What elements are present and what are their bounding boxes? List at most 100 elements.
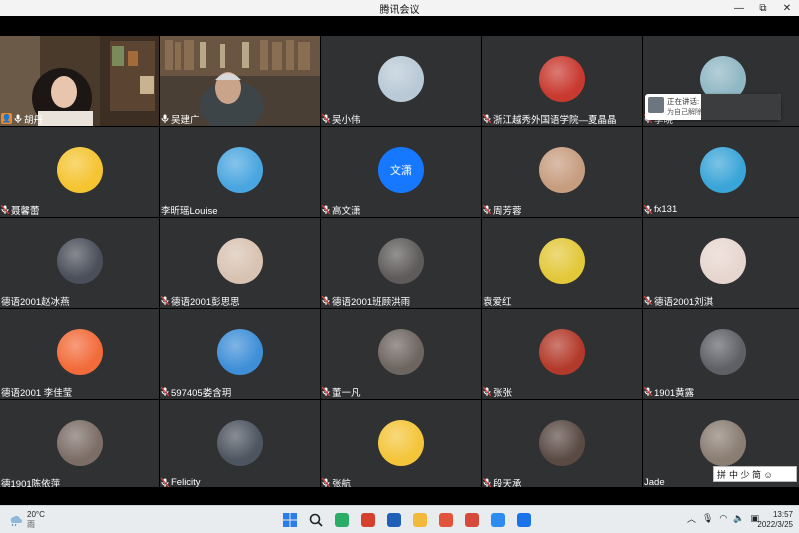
chrome-icon[interactable] (462, 510, 482, 530)
participant-avatar (539, 147, 585, 194)
participant-name: 周芳蓉 (493, 205, 522, 217)
participant-tile[interactable]: 李昕瑶Louise (160, 127, 320, 217)
participant-tile[interactable]: 吴小伟 (321, 36, 481, 126)
maximize-button[interactable]: ⧉ (751, 0, 775, 16)
participant-tile[interactable]: 德语2001赵冰燕 (0, 218, 159, 308)
participant-avatar (539, 238, 585, 285)
app-bird-icon[interactable] (488, 510, 508, 530)
participant-name-label: 德语2001赵冰燕 (1, 294, 74, 308)
bottom-band (0, 487, 799, 505)
participant-tile[interactable]: 德语2001刘淇 (643, 218, 799, 308)
participant-tile[interactable]: 董一凡 (321, 309, 481, 399)
close-button[interactable]: ✕ (775, 0, 799, 16)
mic-muted-icon (483, 387, 491, 396)
window-title: 腾讯会议 (379, 4, 420, 16)
participant-name-label: 聂馨蕾 (1, 203, 44, 217)
mic-muted-icon (483, 478, 491, 487)
participant-tile[interactable]: 张航 (321, 400, 481, 490)
mic-muted-icon (483, 114, 491, 123)
minimize-button[interactable]: — (727, 0, 751, 16)
microphone-icon[interactable]: 🎙 (702, 513, 713, 524)
participant-tile[interactable]: 李晓 正在讲话: 为自己解除静音 (643, 36, 799, 126)
rain-cloud-icon (10, 515, 22, 527)
mic-muted-icon (322, 478, 330, 487)
participant-name-label: 周芳蓉 (483, 203, 526, 217)
participant-tile[interactable]: 德语2001班顾洪雨 (321, 218, 481, 308)
participant-tile[interactable]: fx131 (643, 127, 799, 217)
participant-name-label: 德语2001班顾洪雨 (322, 294, 414, 308)
participant-name: 张张 (493, 387, 513, 399)
file-explorer-icon[interactable] (410, 510, 430, 530)
participant-name-label: 597405娄含玥 (161, 385, 235, 399)
participant-avatar (539, 420, 585, 467)
participant-tile[interactable]: 吴建广 (160, 36, 320, 126)
participant-name: 德语2001赵冰燕 (1, 296, 70, 308)
volume-icon[interactable]: 🔈 (733, 513, 744, 524)
chevron-up-icon[interactable]: ︿ (687, 512, 696, 525)
participant-name: 董一凡 (332, 387, 361, 399)
participant-avatar (217, 329, 263, 376)
participant-tile[interactable]: 文潇 高文潇 (321, 127, 481, 217)
participant-tile[interactable]: 段天承 (482, 400, 642, 490)
participant-tile[interactable]: 597405娄含玥 (160, 309, 320, 399)
tencent-meeting-icon[interactable] (514, 510, 534, 530)
participant-tile[interactable]: 德语2001彭思思 (160, 218, 320, 308)
wechat-icon[interactable] (332, 510, 352, 530)
participant-name: 胡丹 (24, 114, 44, 126)
mic-muted-icon (1, 205, 9, 214)
weather-widget[interactable]: 20°C 雨 (8, 510, 45, 530)
ime-mode[interactable]: 拼 (717, 468, 726, 481)
ime-toolbar[interactable]: 拼 中 少 简 ☺ (713, 466, 797, 482)
clock[interactable]: 13:57 2022/3/25 (757, 510, 793, 530)
participant-avatar (378, 238, 424, 285)
title-bar: 腾讯会议 — ⧉ ✕ (0, 0, 799, 16)
participant-avatar (539, 56, 585, 103)
participant-tile[interactable]: 聂馨蕾 (0, 127, 159, 217)
participant-name-label: 吴建广 (161, 112, 204, 126)
participant-avatar (56, 238, 103, 285)
mic-muted-icon (322, 387, 330, 396)
search-icon[interactable] (306, 510, 326, 530)
participant-avatar (56, 147, 103, 194)
participant-name: 德语2001 李佳莹 (1, 387, 73, 399)
participant-avatar (56, 420, 103, 467)
participant-name-label: 李昕瑶Louise (161, 203, 222, 217)
ime-label[interactable]: 中 少 简 ☺ (729, 468, 773, 481)
participant-tile[interactable]: 👤 胡丹 (0, 36, 159, 126)
participant-name: 德语2001彭思思 (171, 296, 240, 308)
weather-temp: 20°C (27, 510, 45, 519)
participant-name: 浙江越秀外国语学院—夏晶晶 (493, 114, 617, 126)
office-icon[interactable] (436, 510, 456, 530)
participant-name-label: 袁爱红 (483, 294, 516, 308)
mic-muted-icon (322, 205, 330, 214)
participant-avatar (378, 329, 424, 376)
participant-grid: 👤 胡丹 吴建广 吴小伟 浙江越秀外国语学院—夏晶晶 李晓 正在讲话: 为自己解除静音聂馨蕾 李… (0, 36, 799, 490)
participant-name-label: 高文潇 (322, 203, 365, 217)
wifi-icon[interactable]: ◠ (719, 513, 727, 524)
participant-name-label: 张张 (483, 385, 516, 399)
mic-muted-icon (322, 114, 330, 123)
taskbar: 20°C 雨 ︿ 🎙 ◠ 🔈 ▣ 13:57 2022/3/25 (0, 505, 799, 533)
mic-muted-icon (161, 296, 169, 305)
speaker-strip (701, 94, 781, 120)
participant-name: 吴小伟 (332, 114, 361, 126)
participant-name: 吴建广 (171, 114, 200, 126)
participant-tile[interactable]: 德语2001 李佳莹 (0, 309, 159, 399)
participant-tile[interactable]: 德1901陈依萍 (0, 400, 159, 490)
speaking-popup: 正在讲话: 为自己解除静音 (645, 94, 781, 120)
participant-tile[interactable]: 周芳蓉 (482, 127, 642, 217)
participant-tile[interactable]: 袁爱红 (482, 218, 642, 308)
participant-avatar (217, 420, 263, 467)
mic-muted-icon (644, 387, 652, 396)
windows-start-icon[interactable] (280, 510, 300, 530)
app-red-icon[interactable] (358, 510, 378, 530)
participant-tile[interactable]: Felicity (160, 400, 320, 490)
participant-tile[interactable]: 张张 (482, 309, 642, 399)
participant-name: 袁爱红 (483, 296, 512, 308)
participant-tile[interactable]: 浙江越秀外国语学院—夏晶晶 (482, 36, 642, 126)
participant-tile[interactable]: 1901黄露 (643, 309, 799, 399)
app-grid-icon[interactable] (384, 510, 404, 530)
participant-name: 597405娄含玥 (171, 387, 232, 399)
clock-time: 13:57 (772, 510, 793, 519)
mic-muted-icon (644, 205, 652, 214)
